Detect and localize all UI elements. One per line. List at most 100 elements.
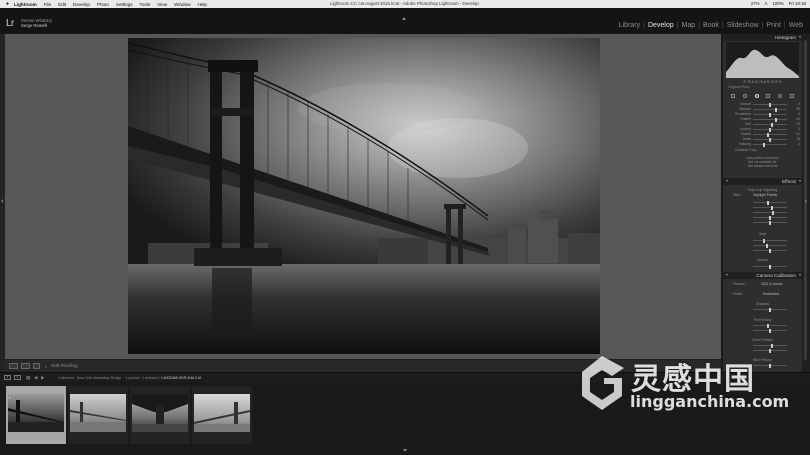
slider-value[interactable]: 25 — [796, 122, 800, 126]
menu-file[interactable]: File — [44, 2, 51, 7]
menu-settings[interactable]: Settings — [116, 2, 133, 7]
histogram-header[interactable]: Histogram — [723, 34, 802, 41]
slider-knob[interactable] — [769, 307, 771, 312]
slider-track[interactable] — [753, 325, 787, 326]
slider-knob[interactable] — [769, 215, 771, 220]
module-book[interactable]: Book — [700, 22, 722, 29]
expand-calibration-icon[interactable] — [726, 274, 728, 276]
red-eye-icon[interactable] — [754, 93, 759, 98]
right-panel-scrollbar[interactable] — [802, 34, 810, 372]
menu-help[interactable]: Help — [197, 2, 206, 7]
slider-value[interactable]: 0 — [798, 142, 800, 146]
module-map[interactable]: Map — [678, 22, 698, 29]
menu-window[interactable]: Window — [174, 2, 190, 7]
filmstrip-thumb[interactable] — [68, 386, 128, 444]
module-library[interactable]: Library — [616, 22, 643, 29]
camera-calibration-header[interactable]: Camera Calibration — [723, 272, 802, 279]
soft-proofing-checkbox[interactable]: Soft Proofing — [51, 363, 78, 368]
collapse-filmstrip-icon[interactable] — [403, 449, 407, 452]
effects-header[interactable]: Effects — [723, 178, 802, 185]
slider-knob[interactable] — [769, 127, 771, 132]
panel-collapse-icon[interactable] — [799, 36, 801, 38]
view-options-button[interactable] — [33, 363, 40, 369]
menu-lightroom[interactable]: Lightroom — [14, 2, 37, 7]
expand-left-icon[interactable] — [1, 199, 3, 203]
process-select[interactable]: 2012 (Current) — [761, 282, 782, 286]
adjustment-brush-icon[interactable] — [790, 93, 795, 98]
constrain-crop-checkbox[interactable]: Constrain Crop — [735, 148, 756, 152]
slider-knob[interactable] — [772, 210, 775, 215]
clock[interactable]: Fri 10:18 — [789, 1, 806, 6]
slider-knob[interactable] — [769, 328, 771, 333]
menu-develop[interactable]: Develop — [73, 2, 90, 7]
slider-knob[interactable] — [767, 323, 770, 328]
back-arrow-icon[interactable]: ◀ — [34, 375, 38, 380]
slider-knob[interactable] — [769, 264, 771, 269]
crop-tool-icon[interactable] — [730, 93, 735, 98]
collapse-top-icon[interactable] — [402, 17, 406, 20]
menu-view[interactable]: View — [157, 2, 167, 7]
slider-value[interactable]: 0 — [798, 127, 800, 131]
filmstrip-thumb[interactable] — [192, 386, 252, 444]
histogram[interactable] — [726, 42, 799, 78]
slider-value[interactable]: 50 — [796, 117, 800, 121]
slider-value[interactable]: 0 — [798, 112, 800, 116]
filmstrip-thumb[interactable]: 1 — [6, 386, 66, 444]
slider-track[interactable] — [753, 134, 787, 135]
menu-photo[interactable]: Photo — [97, 2, 109, 7]
slider-knob[interactable] — [769, 137, 771, 142]
slider-knob[interactable] — [769, 248, 771, 253]
original-photo-toggle[interactable]: Original Photo — [728, 85, 750, 89]
slider-knob[interactable] — [775, 107, 778, 112]
slider-knob[interactable] — [770, 343, 773, 348]
loupe-view-button[interactable] — [9, 363, 18, 369]
menu-tools[interactable]: Tools — [140, 2, 151, 7]
module-develop[interactable]: Develop — [645, 22, 677, 29]
slider-knob[interactable] — [762, 142, 765, 147]
slider-track[interactable] — [753, 212, 787, 213]
collapse-right-icon[interactable] — [805, 199, 807, 203]
module-print[interactable]: Print — [763, 22, 783, 29]
slider-value[interactable]: 1.0 — [796, 132, 800, 136]
battery-percent[interactable]: 100% — [772, 1, 783, 6]
menu-edit[interactable]: Edit — [58, 2, 66, 7]
module-web[interactable]: Web — [786, 22, 806, 29]
page-1-button[interactable]: 1 — [4, 375, 11, 380]
slider-value[interactable]: 0 — [798, 102, 800, 106]
slider-value[interactable]: 50 — [796, 107, 800, 111]
graduated-filter-icon[interactable] — [766, 93, 771, 98]
slider-knob[interactable] — [767, 200, 770, 205]
slider-track[interactable] — [753, 202, 787, 203]
profile-select[interactable]: Embedded — [763, 292, 779, 296]
apple-icon[interactable]: ● — [5, 1, 10, 7]
filmstrip-source[interactable]: Collection : New York Manhattan Bridge 4… — [58, 376, 201, 380]
slider-value[interactable]: 25 — [796, 137, 800, 141]
slider-knob[interactable] — [775, 117, 778, 122]
input-menu-label[interactable]: A — [765, 1, 768, 6]
slider-knob[interactable] — [762, 238, 765, 243]
panel-collapse-icon[interactable] — [799, 274, 801, 276]
slider-knob[interactable] — [769, 220, 771, 225]
slider-knob[interactable] — [765, 243, 768, 248]
photo-preview[interactable] — [128, 38, 600, 354]
spot-removal-icon[interactable] — [742, 93, 747, 98]
slider-knob[interactable] — [767, 132, 770, 137]
slider-track[interactable] — [753, 119, 787, 120]
slider-track[interactable] — [753, 245, 787, 246]
slider-knob[interactable] — [769, 112, 771, 117]
slider-track[interactable] — [753, 144, 787, 145]
battery-icon-label[interactable]: 27% — [751, 1, 760, 6]
expand-effects-icon[interactable] — [726, 180, 728, 182]
page-2-button[interactable]: 2 — [14, 375, 21, 380]
slider-knob[interactable] — [770, 122, 773, 127]
filmstrip-thumb[interactable] — [130, 386, 190, 444]
forward-arrow-icon[interactable]: ▶ — [41, 375, 45, 380]
slider-knob[interactable] — [770, 205, 773, 210]
slider-track[interactable] — [753, 240, 787, 241]
slider-track[interactable] — [753, 109, 787, 110]
radial-filter-icon[interactable] — [778, 93, 783, 98]
vignette-style-select[interactable]: Highlight Priority — [753, 193, 777, 197]
before-after-button[interactable] — [21, 363, 30, 369]
module-slideshow[interactable]: Slideshow — [724, 22, 762, 29]
panel-collapse-icon[interactable] — [799, 180, 801, 182]
